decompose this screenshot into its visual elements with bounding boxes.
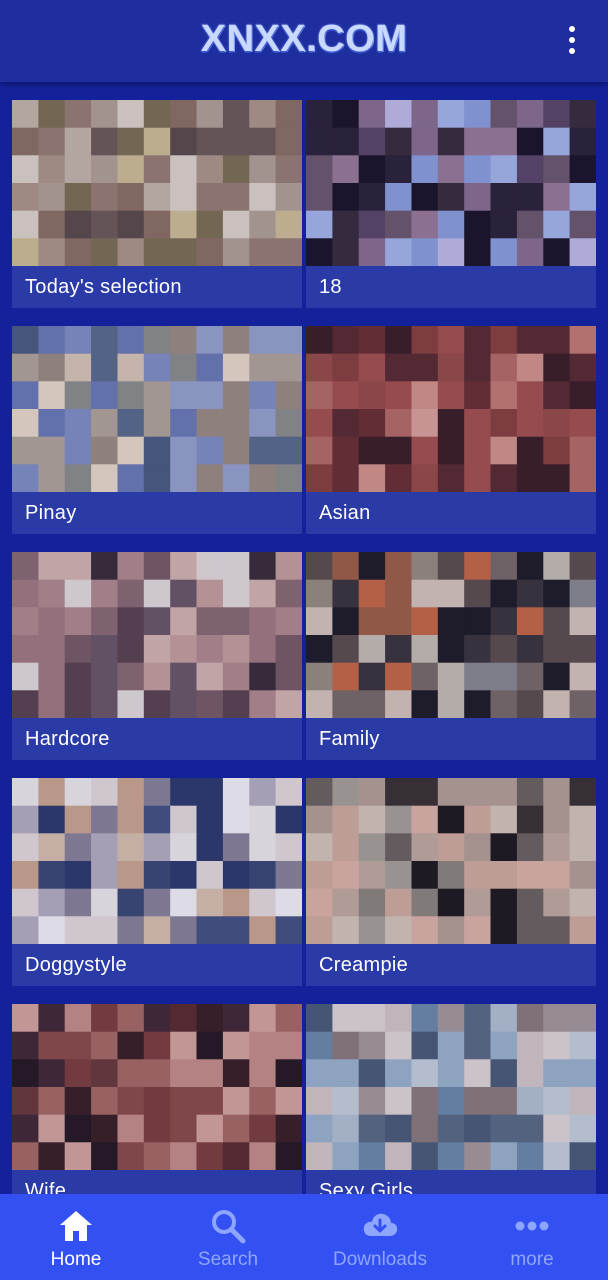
category-label: Hardcore [25,728,110,750]
site-logo[interactable]: XNXX.COM [0,16,608,62]
category-label: Creampie [319,954,409,976]
nav-item-more[interactable]: more [456,1194,608,1280]
category-label: Today's selection [25,276,182,298]
category-label-bar: Family [306,718,596,760]
category-label-bar: Doggystyle [12,944,302,986]
category-label: Wife [25,1180,67,1194]
top-app-bar: XNXX.COM [0,0,608,82]
category-tile[interactable]: Wife [12,1004,302,1194]
category-label: Family [319,728,380,750]
more-horizontal-icon [515,1221,549,1231]
category-tile[interactable]: Asian [306,326,596,534]
category-tile[interactable]: Family [306,552,596,760]
search-icon [212,1210,246,1244]
category-thumbnail [306,1004,596,1170]
category-thumbnail [306,778,596,944]
category-thumbnail [12,552,302,718]
category-tile[interactable]: 18 [306,100,596,308]
category-label: Pinay [25,502,77,524]
category-label-bar: Today's selection [12,266,302,308]
overflow-menu-button[interactable] [558,22,586,58]
category-label: Asian [319,502,371,524]
category-tile[interactable]: Creampie [306,778,596,986]
category-label-bar: Hardcore [12,718,302,760]
category-thumbnail [12,1004,302,1170]
category-thumbnail [306,326,596,492]
home-icon [60,1211,92,1241]
menu-dot-icon [569,48,575,54]
category-tile[interactable]: Sexy Girls [306,1004,596,1194]
bottom-navigation: Home Search Downloads more [0,1194,608,1280]
category-thumbnail [306,552,596,718]
nav-label-search: Search [197,1249,259,1270]
category-label-bar: Creampie [306,944,596,986]
category-tile[interactable]: Today's selection [12,100,302,308]
nav-label-downloads: Downloads [333,1249,427,1270]
menu-dot-icon [569,26,575,32]
nav-item-search[interactable]: Search [152,1194,304,1280]
category-tile[interactable]: Pinay [12,326,302,534]
category-label-bar: 18 [306,266,596,308]
category-label: 18 [319,276,342,298]
menu-dot-icon [569,37,575,43]
category-label: Sexy Girls [319,1180,414,1194]
category-thumbnail [306,100,596,266]
category-label-bar: Sexy Girls [306,1170,596,1194]
nav-label-home: Home [50,1249,102,1270]
category-tile[interactable]: Hardcore [12,552,302,760]
category-label-bar: Pinay [12,492,302,534]
category-grid: Today's selection 18 Pinay Asian Hardcor… [0,82,608,1194]
category-label-bar: Wife [12,1170,302,1194]
app-screen: XNXX.COM Today's selection 18 Pinay Asia… [0,0,608,1280]
nav-item-home[interactable]: Home [0,1194,152,1280]
download-cloud-icon [363,1213,398,1236]
category-tile[interactable]: Doggystyle [12,778,302,986]
category-label-bar: Asian [306,492,596,534]
nav-label-more: more [510,1249,554,1270]
category-thumbnail [12,326,302,492]
category-label: Doggystyle [25,954,127,976]
category-thumbnail [12,100,302,266]
category-thumbnail [12,778,302,944]
nav-item-downloads[interactable]: Downloads [304,1194,456,1280]
